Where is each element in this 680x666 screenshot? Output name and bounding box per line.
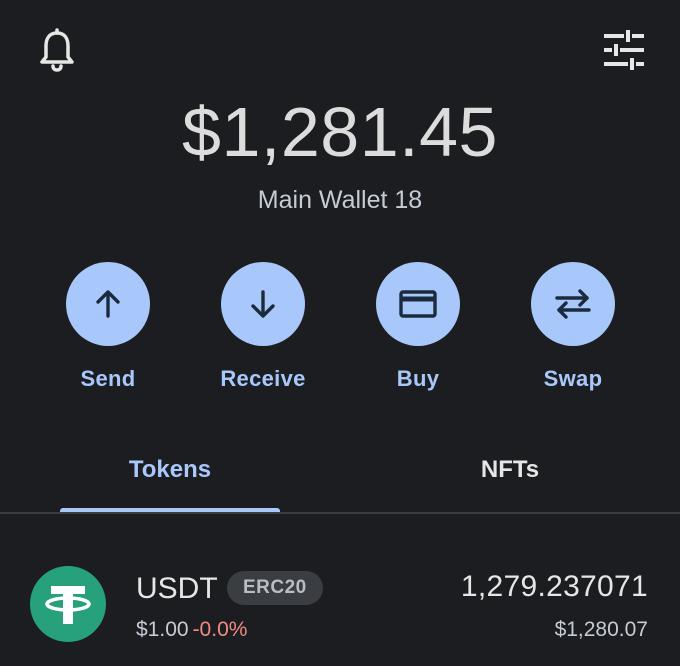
bell-icon[interactable] <box>27 20 87 80</box>
arrow-up-icon <box>96 290 120 318</box>
tabs-divider <box>0 512 680 514</box>
buy-button[interactable]: Buy <box>348 262 488 392</box>
token-row[interactable]: USDT ERC20 $1.00 -0.0% 1,279.237071 $1,28… <box>0 560 680 660</box>
token-value: $1,280.07 <box>554 618 648 641</box>
token-price-line: $1.00 -0.0% <box>136 618 247 642</box>
token-network-badge: ERC20 <box>227 571 323 605</box>
total-balance: $1,281.45 <box>182 93 498 171</box>
asset-tabs: Tokens NFTs <box>0 430 680 514</box>
send-label: Send <box>80 366 136 391</box>
swap-arrows-icon <box>555 289 591 319</box>
swap-circle[interactable] <box>531 262 615 346</box>
tab-nfts[interactable]: NFTs <box>340 430 680 514</box>
token-change: -0.0% <box>192 618 248 641</box>
card-icon <box>399 290 437 318</box>
tab-tokens[interactable]: Tokens <box>0 430 340 514</box>
action-buttons: Send Receive Buy Swap <box>0 262 680 402</box>
send-circle[interactable] <box>66 262 150 346</box>
buy-circle[interactable] <box>376 262 460 346</box>
swap-button[interactable]: Swap <box>503 262 643 392</box>
wallet-name[interactable]: Main Wallet 18 <box>0 186 680 215</box>
send-button[interactable]: Send <box>38 262 178 392</box>
token-symbol: USDT <box>136 572 218 605</box>
sliders-icon[interactable] <box>594 20 654 80</box>
tether-icon <box>30 566 106 642</box>
top-bar <box>0 0 680 100</box>
receive-button[interactable]: Receive <box>193 262 333 392</box>
receive-label: Receive <box>220 366 306 391</box>
token-price: $1.00 <box>136 618 189 641</box>
swap-label: Swap <box>543 366 603 391</box>
buy-label: Buy <box>396 366 440 391</box>
token-amount: 1,279.237071 <box>460 570 648 603</box>
arrow-down-icon <box>251 290 275 318</box>
receive-circle[interactable] <box>221 262 305 346</box>
